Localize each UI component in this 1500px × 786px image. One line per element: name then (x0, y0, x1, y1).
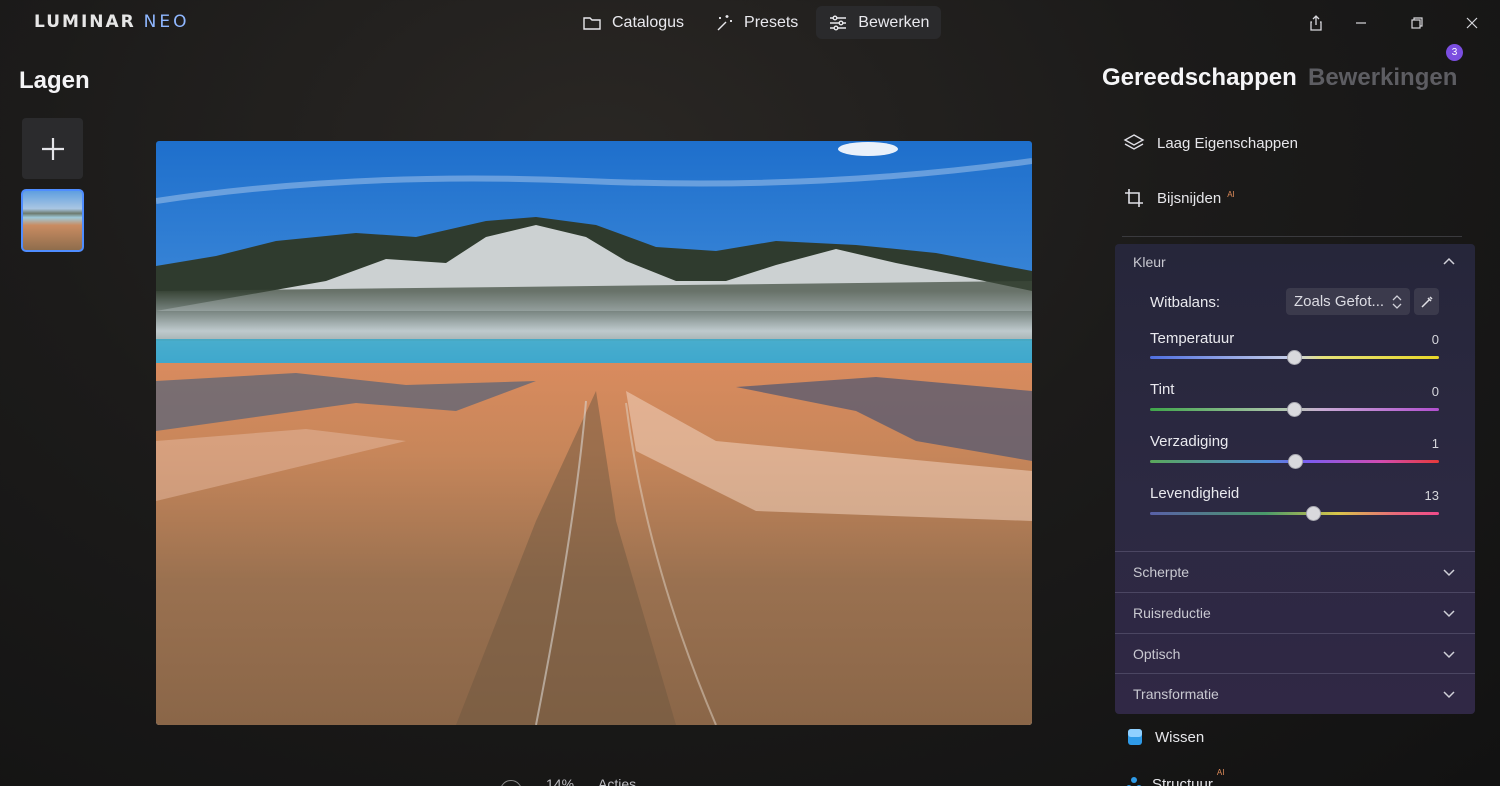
divider (1122, 236, 1462, 237)
plus-icon (41, 137, 64, 160)
slider-tint-label: Tint (1150, 381, 1175, 398)
bottom-toolbar: 14% Acties (500, 776, 636, 786)
tool-laag-eigenschappen-label: Laag Eigenschappen (1157, 134, 1298, 152)
compare-icon[interactable] (500, 780, 522, 786)
chevron-down-icon (1443, 610, 1455, 618)
tab-presets-label: Presets (744, 13, 799, 31)
tool-wissen[interactable]: Wissen (1127, 728, 1204, 746)
ai-badge: AI (1227, 189, 1235, 199)
slider-levendigheid-label: Levendigheid (1150, 485, 1240, 502)
minimize-button[interactable] (1350, 12, 1372, 34)
tab-bewerken-label: Bewerken (858, 13, 930, 31)
main-photo[interactable] (156, 141, 1032, 725)
chevron-down-icon (1443, 569, 1455, 577)
tab-presets[interactable]: Presets (702, 6, 810, 39)
ai-badge: AI (1216, 768, 1225, 777)
sliders-icon (830, 15, 847, 30)
share-icon (1310, 15, 1322, 31)
add-layer-button[interactable] (22, 118, 83, 179)
tool-bijsnijden[interactable]: Bijsnijden AI (1123, 187, 1235, 209)
tab-catalogus[interactable]: Catalogus (570, 6, 696, 39)
section-ruisreductie-header[interactable]: Ruisreductie (1115, 593, 1475, 633)
eraser-icon (1128, 729, 1142, 745)
section-transformatie-title: Transformatie (1133, 686, 1219, 702)
minimize-icon (1356, 22, 1366, 24)
tool-wissen-label: Wissen (1155, 728, 1205, 746)
crop-icon (1125, 189, 1143, 207)
layers-icon (1123, 134, 1145, 150)
tab-bewerkingen[interactable]: Bewerkingen (1308, 64, 1457, 92)
tab-bewerken[interactable]: Bewerken (816, 6, 942, 39)
slider-verzadiging-label: Verzadiging (1150, 433, 1229, 450)
tab-catalogus-label: Catalogus (612, 13, 685, 31)
chevron-down-icon (1443, 691, 1455, 699)
close-button[interactable] (1461, 12, 1483, 34)
tool-bijsnijden-label: Bijsnijden (1157, 189, 1222, 207)
witbalans-select[interactable]: Zoals Gefot... (1286, 288, 1410, 315)
slider-temperatuur-knob[interactable] (1287, 350, 1302, 365)
layers-title: Lagen (19, 67, 90, 94)
witbalans-label: Witbalans: (1150, 294, 1221, 311)
section-scherpte-header[interactable]: Scherpte (1115, 552, 1475, 592)
section-optisch-header[interactable]: Optisch (1115, 634, 1475, 674)
section-transformatie-header[interactable]: Transformatie (1115, 674, 1475, 714)
app-logo: LUMINAR NEO (34, 12, 190, 32)
structure-icon (1126, 777, 1142, 786)
chevron-up-icon (1443, 257, 1455, 265)
title-bar: LUMINAR NEO Catalogus Presets Bewerken (0, 0, 1500, 46)
tool-structuur-label: Structuur (1152, 776, 1213, 786)
slider-verzadiging-value: 1 (1431, 436, 1439, 451)
section-ruisreductie-title: Ruisreductie (1133, 605, 1211, 621)
slider-levendigheid-knob[interactable] (1305, 506, 1321, 521)
magic-wand-icon (717, 14, 733, 30)
layer-thumbnail[interactable] (21, 189, 84, 252)
zoom-level[interactable]: 14% (546, 776, 574, 786)
actions-button[interactable]: Acties (598, 776, 636, 786)
eyedropper-icon (1420, 295, 1433, 308)
updown-chevron-icon (1392, 294, 1402, 309)
folder-icon (583, 16, 601, 30)
edits-count-badge: 3 (1446, 44, 1463, 61)
close-icon (1466, 17, 1478, 29)
slider-temperatuur-value: 0 (1431, 332, 1439, 347)
main-nav: Catalogus Presets Bewerken (570, 6, 942, 39)
section-kleur-title: Kleur (1133, 254, 1166, 270)
slider-levendigheid-track[interactable] (1150, 512, 1439, 515)
section-optisch-title: Optisch (1133, 646, 1181, 662)
chevron-down-icon (1443, 651, 1455, 659)
eyedropper-button[interactable] (1414, 288, 1439, 315)
witbalans-value: Zoals Gefot... (1294, 293, 1385, 310)
restore-icon (1411, 17, 1423, 29)
section-scherpte-title: Scherpte (1133, 564, 1190, 580)
restore-button[interactable] (1406, 12, 1428, 34)
slider-tint-value: 0 (1431, 384, 1439, 399)
landscape-image (156, 141, 1032, 725)
tool-structuur[interactable]: Structuur AI (1126, 768, 1224, 786)
tool-laag-eigenschappen[interactable]: Laag Eigenschappen (1123, 132, 1298, 154)
slider-temperatuur-label: Temperatuur (1150, 330, 1235, 347)
slider-levendigheid-value: 13 (1424, 488, 1439, 503)
share-button[interactable] (1305, 12, 1327, 34)
tab-gereedschappen[interactable]: Gereedschappen (1102, 64, 1297, 92)
slider-tint-knob[interactable] (1287, 402, 1302, 417)
section-kleur-header[interactable]: Kleur (1115, 242, 1475, 282)
